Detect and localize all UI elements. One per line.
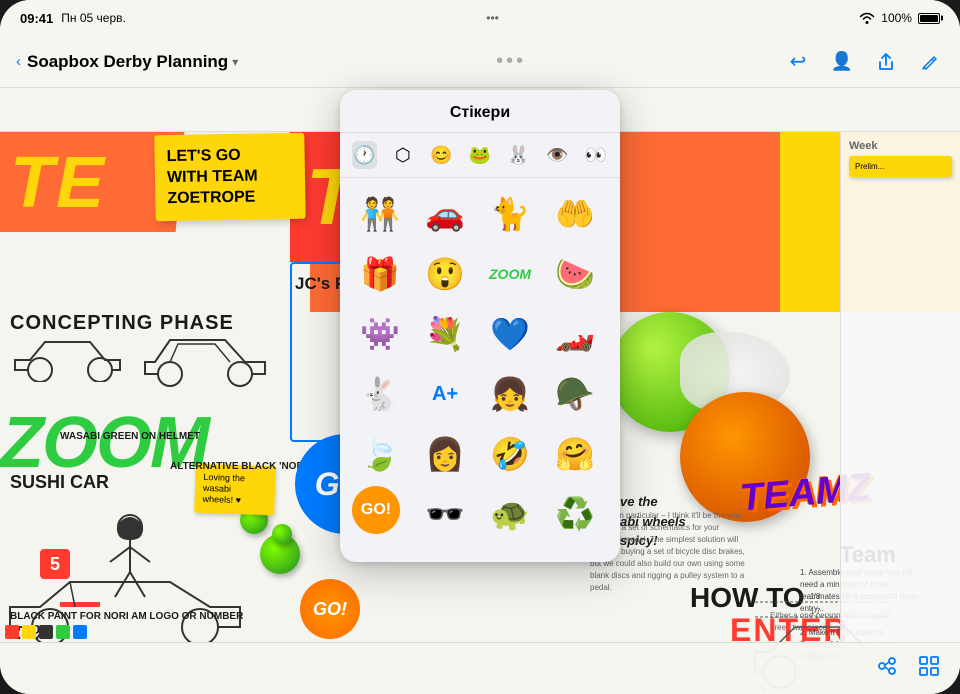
nav-dots-center: ••• (496, 50, 526, 73)
sticky-note-team: LET'S GO WITH TEAM ZOETROPE (154, 133, 305, 222)
cat-googly[interactable]: 👀 (583, 141, 608, 169)
color-swatches (5, 625, 87, 639)
pencil-button[interactable] (916, 48, 944, 76)
go-small-sticker: GO! (300, 579, 360, 639)
sticker-laughing[interactable]: 🤣 (482, 426, 538, 482)
number-sticker: 5 (40, 549, 70, 579)
black-paint-label: BLACK PAINT FOR NORI AM LOGO OR NUMBER (10, 610, 243, 624)
status-time: 09:41 (20, 11, 53, 26)
cat-shape[interactable]: ⬡ (391, 141, 416, 169)
sticker-person-photo[interactable]: 🧑‍🤝‍🧑 (352, 186, 408, 242)
sticker-zoom[interactable]: ZOOM (482, 246, 538, 302)
cat-animoji[interactable]: 🐸 (468, 141, 493, 169)
sticker-flowers[interactable]: 💐 (417, 306, 473, 362)
sticker-rabbit[interactable]: 🐇 (352, 366, 408, 422)
share-icon (876, 52, 896, 72)
bottom-toolbar (0, 642, 960, 694)
sticker-hands-heart[interactable]: 🤲 (547, 186, 603, 242)
sticker-go-bubble[interactable]: GO! (352, 486, 400, 534)
sticker-turtle[interactable]: 🐢 (482, 486, 538, 542)
nav-title: Soapbox Derby Planning (27, 52, 228, 72)
sushi-car-text: SUSHI CAR (10, 472, 109, 493)
sticker-panel: Стікери 🕐 ⬡ 😊 🐸 🐰 👁️ 👀 🧑‍🤝‍🧑 🚗 🐈 🤲 🎁 (340, 90, 620, 562)
sticker-red-car[interactable]: 🚗 (417, 186, 473, 242)
sticker-surprised[interactable]: 😲 (417, 246, 473, 302)
node-button[interactable] (876, 655, 898, 682)
ipad-frame: TEAM TE JC's FINAL 3D RENDERING LET'S GO… (0, 0, 960, 694)
car-sketch-1 (10, 332, 130, 382)
battery-percent: 100% (881, 11, 912, 25)
sticker-helmet[interactable]: 🪖 (547, 366, 603, 422)
green-ball-3 (272, 524, 292, 544)
sticker-aplus[interactable]: A+ (417, 366, 473, 422)
sticker-panel-title: Стікери (450, 104, 510, 121)
sticker-leaves[interactable]: 🍃 (352, 426, 408, 482)
small-sticky-text: Loving the wasabi wheels! ♥ (202, 472, 245, 505)
back-button[interactable]: ‹ (16, 53, 21, 70)
sticker-watermelon[interactable]: 🍉 (547, 246, 603, 302)
grid-icon (918, 655, 940, 677)
sticker-blue-heart[interactable]: 💙 (482, 306, 538, 362)
right-sticky-text: Prelim... (855, 162, 884, 171)
right-sticky: Prelim... (849, 156, 952, 177)
sticky-note-text: LET'S GO WITH TEAM ZOETROPE (166, 147, 257, 207)
sticker-gift[interactable]: 🎁 (352, 246, 408, 302)
wasabi-label: WASABI GREEN ON HELMET (60, 430, 200, 444)
person-button[interactable]: 👤 (828, 48, 856, 76)
cat-memoji[interactable]: 🐰 (506, 141, 531, 169)
sticker-hug[interactable]: 🤗 (547, 426, 603, 482)
sticker-child[interactable]: 👧 (482, 366, 538, 422)
sticker-cat[interactable]: 🐈 (482, 186, 538, 242)
grid-button[interactable] (918, 655, 940, 682)
nav-center: ••• (496, 50, 526, 73)
sticker-recycle[interactable]: ♻️ (547, 486, 603, 542)
sticker-categories: 🕐 ⬡ 😊 🐸 🐰 👁️ 👀 (340, 133, 620, 178)
sticker-monster[interactable]: 👾 (352, 306, 408, 362)
right-sidebar: Week Prelim... (840, 132, 960, 694)
wifi-icon (859, 12, 875, 24)
nav-left: ‹ Soapbox Derby Planning ▾ (16, 52, 238, 72)
status-bar: 09:41 Пн 05 черв. ••• 100% (0, 0, 960, 36)
week-label: Week (849, 140, 952, 152)
node-icon (876, 655, 898, 677)
status-right: 100% (859, 11, 940, 25)
battery-icon (918, 13, 940, 24)
cat-emoji[interactable]: 😊 (429, 141, 454, 169)
share-button[interactable] (872, 48, 900, 76)
nav-bar: ‹ Soapbox Derby Planning ▾ ••• ↩ 👤 (0, 36, 960, 88)
sticker-fire-car[interactable]: 🏎️ (547, 306, 603, 362)
car-sketch-2 (140, 332, 280, 387)
status-dots: ••• (486, 11, 499, 25)
nav-chevron-icon: ▾ (232, 55, 238, 69)
cat-recent[interactable]: 🕐 (352, 141, 377, 169)
nav-right: ↩ 👤 (784, 48, 944, 76)
status-left: 09:41 Пн 05 черв. (20, 11, 126, 26)
te-text: TE (10, 142, 106, 224)
car-sketches (10, 332, 290, 402)
cat-eyes[interactable]: 👁️ (545, 141, 570, 169)
sticker-sunglasses[interactable]: 🕶️ (417, 486, 473, 542)
pencil-icon (921, 53, 939, 71)
status-day: Пн 05 черв. (61, 11, 126, 25)
nav-title-area[interactable]: Soapbox Derby Planning ▾ (27, 52, 238, 72)
sticker-panel-header: Стікери (340, 90, 620, 133)
battery-fill (920, 15, 938, 22)
undo-button[interactable]: ↩ (784, 48, 812, 76)
sticker-grid: 🧑‍🤝‍🧑 🚗 🐈 🤲 🎁 😲 ZOOM 🍉 👾 💐 💙 🏎️ 🐇 A+ 👧 (340, 178, 620, 550)
canvas-area: TEAM TE JC's FINAL 3D RENDERING LET'S GO… (0, 0, 960, 694)
sticker-girl[interactable]: 👩 (417, 426, 473, 482)
